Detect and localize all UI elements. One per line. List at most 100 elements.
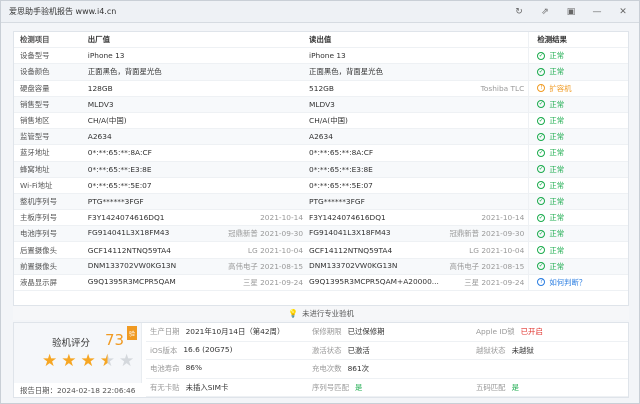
info-row: 电池寿命 86% 充电次数 861次 <box>146 360 628 379</box>
factory-cell: MLDV3 <box>86 100 307 109</box>
professional-check-banner[interactable]: 💡 未进行专业验机 <box>13 306 629 320</box>
star-icon: ★ <box>80 351 96 371</box>
factory-cell: FG914041L3X18FM43 冠鼎新普 2021-09-30 <box>86 228 307 239</box>
info-value: 是 <box>354 382 363 392</box>
read-note: 2021-10-14 <box>481 213 525 223</box>
star-icon: ★ <box>119 351 135 371</box>
row-label: 设备颜色 <box>20 67 50 77</box>
window-controls: ↻ ⇗ ▣ — ✕ <box>513 6 639 18</box>
check-circle-icon: ✓ <box>537 229 546 238</box>
table-row: 蓝牙地址 0*:**:65:**:8A:CF 0*:**:65:**:8A:CF ✓ 正… <box>14 145 628 162</box>
read-cell: PTG******3FGF <box>307 197 528 206</box>
read-value: 0*:**:65:**:8A:CF <box>309 148 374 158</box>
read-note: 冠鼎新普 2021-09-30 <box>449 229 525 239</box>
check-circle-icon: ✓ <box>537 132 546 141</box>
result-text: 正常 <box>549 164 565 174</box>
factory-cell: 0*:**:65:**:E3:8E <box>86 165 307 174</box>
star-icon: ★ <box>61 351 77 371</box>
read-value: PTG******3FGF <box>309 196 365 206</box>
factory-cell: PTG******3FGF <box>86 197 307 206</box>
check-circle-icon: ✓ <box>537 165 546 174</box>
share-icon[interactable]: ⇗ <box>539 6 551 18</box>
row-label: 液晶显示屏 <box>20 277 57 287</box>
read-cell: F3Y1424074616DQ1 2021-10-14 <box>307 213 528 222</box>
read-note: 三星 2021-09-24 <box>464 277 525 287</box>
factory-value: PTG******3FGF <box>87 196 144 206</box>
row-label: 主板序列号 <box>20 213 57 223</box>
read-value: 0*:**:65:**:5E:07 <box>309 180 373 190</box>
read-value: 0*:**:65:**:E3:8E <box>309 164 373 174</box>
result-text: 正常 <box>549 99 565 109</box>
info-label: iOS版本 <box>150 345 178 355</box>
refresh-icon[interactable]: ↻ <box>513 6 525 18</box>
info-cell: 生产日期 2021年10月14日（第42周） <box>146 326 312 337</box>
read-value: G9Q1395R3MCPR5QAM+A20000... <box>309 276 439 286</box>
factory-cell: 正面黑色，背面星光色 <box>86 66 307 77</box>
factory-value: 128GB <box>87 83 113 93</box>
info-label: 有无卡贴 <box>150 382 180 392</box>
info-value: 2021年10月14日（第42周） <box>185 327 285 337</box>
device-info-grid: 生产日期 2021年10月14日（第42周） 保修期限 已过保修期 Apple ID锁已… <box>146 323 628 399</box>
save-icon[interactable]: ▣ <box>565 6 577 18</box>
read-cell: MLDV3 <box>307 100 528 109</box>
factory-value: iPhone 13 <box>87 51 125 61</box>
table-body: 设备型号 iPhone 13 iPhone 13 ✓ 正常 设备颜色 正面黑色，背面星光色正… <box>14 48 628 291</box>
read-cell: GCF14112NTNQ59TA4 LG 2021-10-04 <box>307 246 528 255</box>
read-note: 高伟电子 2021-08-15 <box>449 261 525 271</box>
read-cell: G9Q1395R3MCPR5QAM+A20000... 三星 2021-09-24 <box>307 277 528 288</box>
read-value: FG914041L3X18FM43 <box>309 228 391 238</box>
score-card: 验机评分 73 验 ★ ★ ★ ★ ★ <box>14 323 142 383</box>
close-icon[interactable]: ✕ <box>617 6 629 18</box>
info-label: 充电次数 <box>312 364 342 374</box>
row-label: 监管型号 <box>20 132 50 142</box>
result-text: 正常 <box>549 116 565 126</box>
factory-note: 冠鼎新普 2021-09-30 <box>228 229 304 239</box>
factory-cell: F3Y1424074616DQ1 2021-10-14 <box>86 213 307 222</box>
info-cell: 越狱状态 未越狱 <box>476 345 626 356</box>
info-cell: 电池寿命 86% <box>146 363 312 374</box>
info-value: 86% <box>185 363 203 373</box>
table-row: 主板序列号 F3Y1424074616DQ1 2021-10-14 F3Y142407… <box>14 210 628 227</box>
factory-cell: DNM133702VW0KG13N 高伟电子 2021-08-15 <box>86 261 307 272</box>
result-cell: ✓ 正常 <box>528 96 628 112</box>
info-row: 有无卡贴 未插入SIM卡 序列号匹配是五码匹配是 <box>146 379 628 397</box>
factory-value: G9Q1395R3MCPR5QAM <box>87 276 176 286</box>
row-label: 蓝牙地址 <box>20 148 50 158</box>
table-header: 检测项目 出厂值 读出值 检测结果 <box>14 32 628 49</box>
result-cell: ✓ 正常 <box>528 177 628 193</box>
read-value: 正面黑色，背面星光色 <box>309 67 383 77</box>
result-text: 扩容机 <box>549 83 572 93</box>
info-label: 越狱状态 <box>476 345 506 355</box>
factory-cell: 128GB <box>86 84 307 93</box>
result-text[interactable]: 如何判断？ <box>549 277 586 288</box>
info-value: 已过保修期 <box>347 327 385 337</box>
row-label: Wi-Fi地址 <box>20 180 53 190</box>
result-text: 正常 <box>549 261 565 271</box>
read-cell: 0*:**:65:**:5E:07 <box>307 181 528 190</box>
header-read: 读出值 <box>309 35 332 45</box>
result-cell: ✓ 正常 <box>528 258 628 274</box>
row-label: 蜂窝地址 <box>20 164 50 174</box>
result-text: 正常 <box>549 180 565 190</box>
table-row: 设备颜色 正面黑色，背面星光色 正面黑色，背面星光色 ✓ 正常 <box>14 64 628 81</box>
factory-note: 高伟电子 2021-08-15 <box>228 261 304 271</box>
info-label: 激活状态 <box>312 345 342 355</box>
table-row: 前置摄像头 DNM133702VW0KG13N 高伟电子 2021-08-15 DNM… <box>14 258 628 275</box>
check-badge: 验 <box>127 326 137 340</box>
factory-value: 0*:**:65:**:5E:07 <box>87 180 152 190</box>
info-label: 保修期限 <box>312 327 342 337</box>
row-label: 后置摄像头 <box>20 245 57 255</box>
result-text: 正常 <box>549 148 565 158</box>
table-row: 销售型号 MLDV3 MLDV3 ✓ 正常 <box>14 96 628 113</box>
factory-cell: 0*:**:65:**:5E:07 <box>86 181 307 190</box>
info-label: 电池寿命 <box>150 364 180 374</box>
info-cell: 序列号匹配是 <box>312 382 476 393</box>
score-label: 验机评分 <box>52 338 91 349</box>
minimize-icon[interactable]: — <box>591 6 603 18</box>
factory-value: A2634 <box>87 132 112 142</box>
table-row: 设备型号 iPhone 13 iPhone 13 ✓ 正常 <box>14 48 628 65</box>
star-icon: ★ <box>99 351 115 371</box>
factory-cell: GCF14112NTNQ59TA4 LG 2021-10-04 <box>86 246 307 255</box>
result-cell[interactable]: ? 如何判断？ <box>528 274 628 290</box>
table-row: 蜂窝地址 0*:**:65:**:E3:8E 0*:**:65:**:E3:8E ✓ 正… <box>14 161 628 178</box>
